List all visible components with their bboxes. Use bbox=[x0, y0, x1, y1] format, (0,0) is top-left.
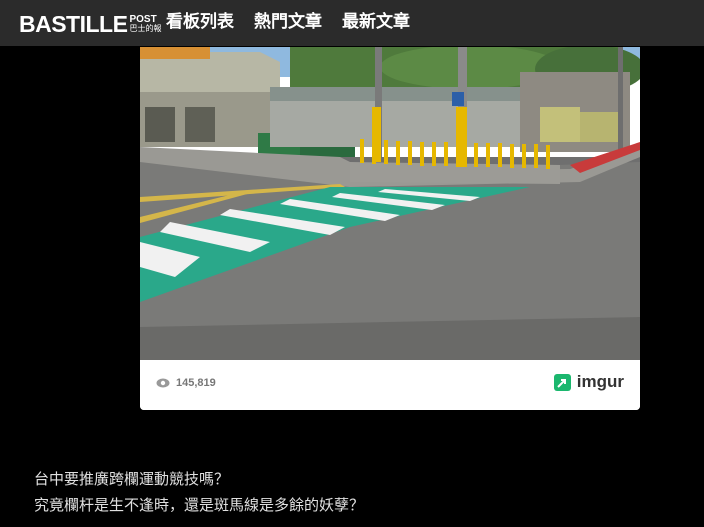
imgur-embed-footer: 145,819 imgur bbox=[140, 360, 640, 410]
imgur-link[interactable]: imgur bbox=[553, 372, 624, 392]
view-count-value: 145,819 bbox=[176, 377, 216, 389]
eye-icon bbox=[156, 378, 170, 388]
imgur-logo-icon bbox=[553, 373, 571, 391]
logo-wordmark: BASTILLE bbox=[19, 11, 128, 37]
logo-side-text: POST 巴士的報 bbox=[129, 14, 162, 34]
site-logo[interactable]: BASTILLE POST 巴士的報 bbox=[19, 10, 161, 38]
imgur-wordmark: imgur bbox=[576, 372, 624, 391]
crosswalk-photo[interactable] bbox=[140, 47, 640, 360]
logo-sub-text: 巴士的報 bbox=[129, 24, 162, 33]
logo-post-text: POST bbox=[129, 14, 157, 25]
article-line: 台中要推廣跨欄運動競技嗎？ bbox=[34, 470, 230, 488]
top-navigation-bar: BASTILLE POST 巴士的報 看板列表 熱門文章 最新文章 bbox=[0, 0, 704, 46]
nav-latest-articles[interactable]: 最新文章 bbox=[342, 11, 410, 33]
view-count: 145,819 bbox=[156, 377, 216, 389]
article-line: 究竟欄杆是生不逢時，還是斑馬線是多餘的妖孽？ bbox=[34, 496, 365, 514]
nav-board-list[interactable]: 看板列表 bbox=[166, 11, 234, 33]
article-body: 台中要推廣跨欄運動競技嗎？ 究竟欄杆是生不逢時，還是斑馬線是多餘的妖孽？ bbox=[34, 466, 674, 518]
nav-hot-articles[interactable]: 熱門文章 bbox=[254, 11, 322, 33]
imgur-embed-card: 145,819 imgur bbox=[140, 47, 640, 410]
main-nav: 看板列表 熱門文章 最新文章 bbox=[166, 11, 430, 33]
